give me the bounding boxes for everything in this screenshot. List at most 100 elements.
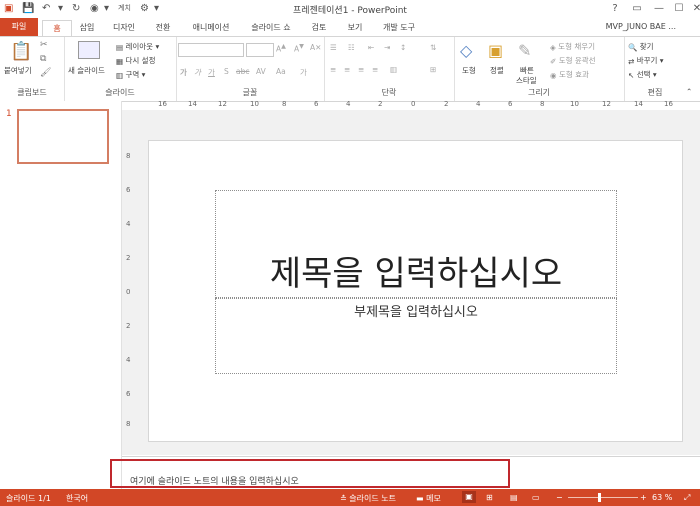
drawing-group: ◇ 도형 ▣ 정렬 ✎ 빠른 스타일 ◈ 도형 채우기 ✐ 도형 윤곽선 ◉ 도…: [454, 37, 625, 101]
change-case-button[interactable]: Aa: [276, 67, 286, 76]
replace-button[interactable]: ⇄ 바꾸기 ▾: [628, 55, 664, 66]
paste-icon[interactable]: 📋: [10, 41, 32, 62]
arrange-button[interactable]: 정렬: [490, 65, 504, 76]
align-center-icon[interactable]: ≡: [344, 65, 350, 74]
quick-styles-icon[interactable]: ✎: [518, 41, 531, 60]
shapes-icon[interactable]: ◇: [460, 41, 472, 60]
strikethrough-button[interactable]: abc: [236, 67, 249, 76]
minimize-button[interactable]: —: [648, 0, 670, 18]
decrease-indent-icon[interactable]: ⇤: [368, 43, 374, 52]
reading-view-icon[interactable]: ▤: [510, 493, 518, 502]
section-button[interactable]: ▥ 구역 ▾: [116, 69, 145, 80]
reset-button[interactable]: ▦ 다시 설정: [116, 55, 155, 66]
find-button[interactable]: 🔍 찾기: [628, 41, 654, 52]
ruler-tick: 0: [411, 100, 416, 108]
tab-slideshow[interactable]: 슬라이드 쇼: [246, 20, 296, 36]
font-size-select[interactable]: [246, 43, 274, 57]
notes-toggle-button[interactable]: ≛ 슬라이드 노트: [340, 493, 396, 504]
shapes-button[interactable]: 도형: [462, 65, 476, 76]
bold-button[interactable]: 가: [180, 67, 187, 78]
language-indicator[interactable]: 한국어: [66, 493, 88, 504]
align-right-icon[interactable]: ≡: [358, 65, 364, 74]
justify-icon[interactable]: ≡: [372, 65, 378, 74]
bullets-icon[interactable]: ☰: [330, 43, 337, 52]
cut-icon[interactable]: ✂: [40, 40, 48, 50]
format-painter-icon[interactable]: 🖌: [40, 68, 51, 78]
underline-button[interactable]: 가: [208, 67, 215, 78]
new-slide-icon[interactable]: [78, 41, 100, 59]
tab-animations[interactable]: 애니메이션: [186, 20, 236, 36]
arrange-icon[interactable]: ▣: [488, 41, 503, 60]
select-button[interactable]: ↖ 선택 ▾: [628, 69, 657, 80]
text-direction-icon[interactable]: ⇅: [430, 43, 436, 52]
ribbon-display-button[interactable]: ▭: [626, 0, 648, 18]
align-left-icon[interactable]: ≡: [330, 65, 336, 74]
zoom-level[interactable]: 63 %: [652, 493, 672, 502]
replace-icon: ⇄: [628, 56, 635, 66]
clipboard-group: 📋 붙여넣기 ✂ ⧉ 🖌 클립보드: [0, 37, 65, 101]
comment-icon: ▬: [416, 494, 424, 503]
tab-developer[interactable]: 개발 도구: [378, 20, 420, 36]
char-spacing-button[interactable]: AV: [256, 67, 266, 76]
shadow-button[interactable]: S: [224, 67, 229, 76]
grow-font-icon[interactable]: A▲: [276, 43, 286, 54]
ruler-tick: 8: [126, 420, 131, 428]
paste-button[interactable]: 붙여넣기: [4, 65, 32, 76]
slide-sorter-icon[interactable]: ⊞: [486, 493, 493, 502]
quick-styles-line2[interactable]: 스타일: [516, 75, 537, 86]
zoom-in-icon[interactable]: +: [640, 493, 647, 502]
section-label: 구역: [125, 70, 140, 79]
tab-transitions[interactable]: 전환: [150, 20, 176, 36]
numbering-icon[interactable]: ☷: [348, 43, 355, 52]
tab-file[interactable]: 파일: [0, 18, 38, 36]
subtitle-placeholder[interactable]: 부제목을 입력하십시오: [215, 298, 617, 374]
tab-insert[interactable]: 삽입: [74, 20, 100, 36]
editing-group: 🔍 찾기 ⇄ 바꾸기 ▾ ↖ 선택 ▾ 편집: [624, 37, 686, 101]
tab-view[interactable]: 보기: [342, 20, 368, 36]
italic-button[interactable]: 가: [194, 67, 201, 78]
shape-effects-label: 도형 효과: [558, 70, 589, 79]
slides-group: 새 슬라이드 ▤ 레이아웃 ▾ ▦ 다시 설정 ▥ 구역 ▾ 슬라이드: [64, 37, 177, 101]
close-button[interactable]: ✕: [686, 0, 700, 18]
paragraph-group: ☰ ☷ ⇤ ⇥ ↕ ⇅ ≡ ≡ ≡ ≡ ▥ ⊞ 단락: [324, 37, 455, 101]
columns-icon[interactable]: ▥: [390, 65, 397, 74]
tab-home[interactable]: 홈: [42, 20, 72, 37]
slide-canvas[interactable]: 제목을 입력하십시오 부제목을 입력하십시오: [148, 140, 683, 442]
normal-view-icon[interactable]: ▣: [462, 491, 476, 503]
increase-indent-icon[interactable]: ⇥: [384, 43, 390, 52]
layout-button[interactable]: ▤ 레이아웃 ▾: [116, 41, 159, 52]
shape-fill-button[interactable]: ◈ 도형 채우기: [550, 41, 595, 52]
select-arrow-icon: ↖: [628, 70, 635, 80]
font-color-button[interactable]: 가: [300, 67, 307, 78]
title-bar: ▣ 💾 ↶ ▾ ↻ ◉ ▾ 계치 ⚙ ▾ 프레젠테이션1 - PowerPoin…: [0, 0, 700, 18]
clear-format-icon[interactable]: A✕: [310, 43, 321, 52]
slide-thumbnail[interactable]: [17, 109, 109, 164]
new-slide-button[interactable]: 새 슬라이드: [68, 65, 105, 76]
shape-effects-button[interactable]: ◉ 도형 효과: [550, 69, 589, 80]
title-placeholder[interactable]: 제목을 입력하십시오: [215, 190, 617, 298]
shape-outline-button[interactable]: ✐ 도형 윤곽선: [550, 55, 596, 66]
font-name-select[interactable]: [178, 43, 244, 57]
help-button[interactable]: ?: [604, 0, 626, 18]
slideshow-view-icon[interactable]: ▭: [532, 493, 540, 502]
smartart-icon[interactable]: ⊞: [430, 65, 436, 74]
copy-icon[interactable]: ⧉: [40, 54, 46, 64]
replace-label: 바꾸기: [636, 56, 658, 65]
line-spacing-icon[interactable]: ↕: [400, 43, 406, 52]
notes-highlight-box: [110, 459, 510, 488]
ruler-tick: 4: [346, 100, 351, 108]
zoom-out-icon[interactable]: −: [556, 493, 563, 502]
collapse-ribbon-icon[interactable]: ⌃: [686, 87, 692, 96]
comments-toggle-button[interactable]: ▬ 메모: [416, 493, 441, 504]
tab-review[interactable]: 검토: [306, 20, 332, 36]
tab-design[interactable]: 디자인: [108, 20, 140, 36]
zoom-slider-thumb[interactable]: [598, 493, 601, 502]
zoom-slider[interactable]: [568, 497, 638, 498]
shrink-font-icon[interactable]: A▼: [294, 43, 304, 54]
ruler-tick: 6: [126, 390, 131, 398]
account-name[interactable]: MVP_JUNO BAE ...: [606, 22, 676, 31]
ruler-tick: 4: [126, 356, 131, 364]
comments-toggle-label: 메모: [426, 494, 441, 503]
ribbon: 📋 붙여넣기 ✂ ⧉ 🖌 클립보드 새 슬라이드 ▤ 레이아웃 ▾ ▦ 다시 설…: [0, 36, 700, 102]
fit-to-window-icon[interactable]: ⤢: [684, 493, 690, 503]
